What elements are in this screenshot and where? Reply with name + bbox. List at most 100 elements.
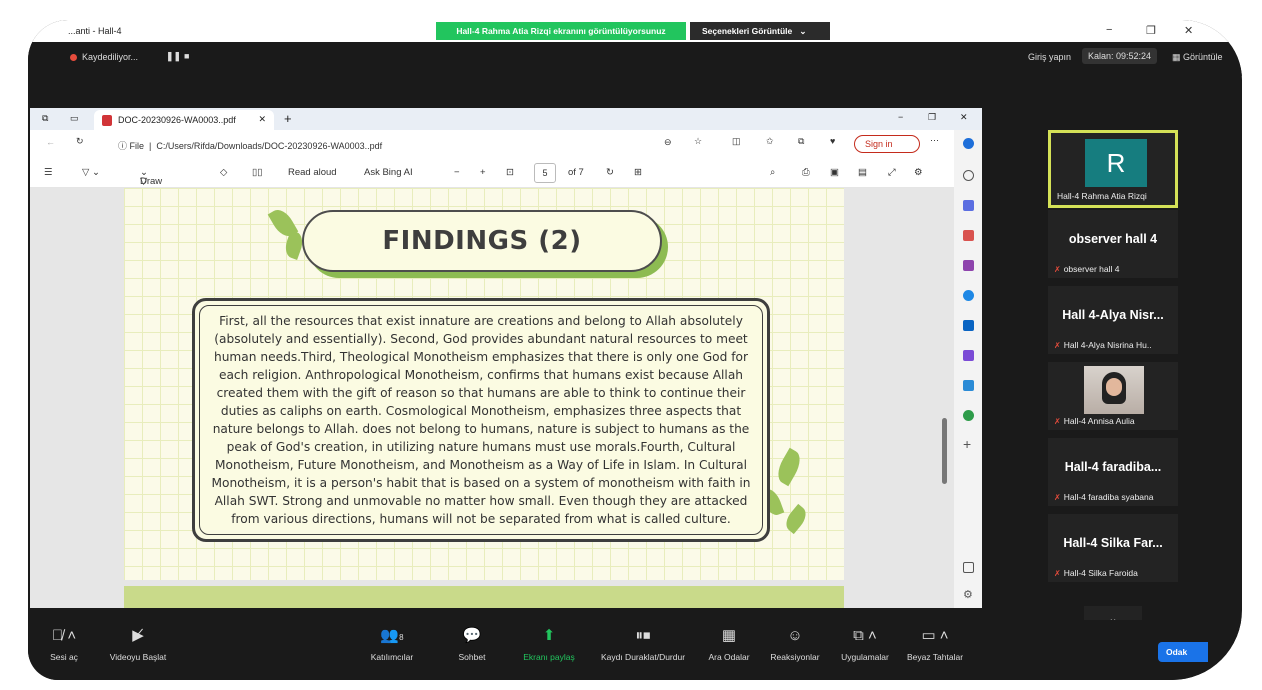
contents-icon[interactable]: ☰	[44, 167, 53, 178]
remaining-time: Kalan: 09:52:24	[1082, 48, 1158, 64]
findings-title: FINDINGS (2)	[382, 226, 582, 256]
zoom-out-icon[interactable]: −	[454, 167, 460, 178]
close-tab-icon[interactable]: ✕	[258, 114, 266, 125]
restore-icon[interactable]: ❐	[1146, 24, 1156, 37]
start-video-button[interactable]: ▶̸ Videoyu Başlat	[98, 626, 178, 662]
participant-tile[interactable]: R Hall-4 Rahma Atia Rizqi	[1048, 130, 1178, 208]
url-field[interactable]: ⓘ File | C:/Users/Rifda/Downloads/DOC-20…	[108, 135, 688, 153]
bing-icon[interactable]	[963, 138, 974, 149]
findings-title-box: FINDINGS (2)	[302, 210, 662, 272]
pdf-search-icon[interactable]: ⌕	[770, 167, 775, 178]
extension-icon[interactable]: ♥	[830, 136, 835, 146]
participant-name: Hall-4 Rahma Atia Rizqi	[1057, 191, 1147, 201]
search-icon[interactable]	[963, 170, 974, 181]
share-screen-icon: ⬆	[542, 627, 556, 644]
highlight-icon[interactable]: ▽ ⌄	[82, 167, 100, 178]
focus-mode-button[interactable]: Odak	[1158, 642, 1208, 662]
settings-icon[interactable]: ⚙	[914, 167, 923, 178]
apps-button[interactable]: ⧉ ˄ Uygulamalar	[834, 626, 896, 662]
start-video-label: Videoyu Başlat	[109, 652, 167, 662]
participant-name: Hall-4 Silka Faroida	[1063, 568, 1138, 578]
two-page-icon[interactable]: ⊞	[634, 167, 642, 178]
page-number-input[interactable]: 5	[534, 163, 556, 183]
rotate-icon[interactable]: ↻	[606, 167, 614, 178]
recording-label: Kaydediliyor...	[82, 52, 139, 62]
unmute-button[interactable]: 🎙̸ ˄ Sesi aç	[44, 626, 84, 662]
favorite-star-icon[interactable]: ☆	[694, 136, 702, 147]
fullscreen-icon[interactable]: ⤢	[888, 167, 896, 178]
page-view-icon[interactable]: ▯▯	[252, 167, 262, 178]
tag-icon[interactable]	[963, 200, 974, 211]
participant-tile[interactable]: ✗ Hall-4 Annisa Aulia	[1048, 362, 1178, 430]
outlook-icon[interactable]	[963, 320, 974, 331]
pdf-viewer[interactable]: FINDINGS (2) First, all the resources th…	[30, 188, 954, 608]
stop-recording-icon[interactable]: ■	[184, 51, 189, 61]
games-icon[interactable]	[963, 260, 974, 271]
save-icon[interactable]: ▣	[830, 167, 839, 178]
browser-close-icon[interactable]: ✕	[960, 112, 968, 123]
collections-icon[interactable]: ⧉	[798, 136, 804, 147]
next-page-preview	[124, 586, 844, 608]
new-tab-icon[interactable]: +	[284, 111, 292, 126]
sidebar-toggle-icon[interactable]	[963, 562, 974, 573]
participant-tile[interactable]: Hall-4 Silka Far... ✗ Hall-4 Silka Faroid…	[1048, 514, 1178, 582]
pause-stop-recording-button[interactable]: ⏸⏹ Kaydı Duraklat/Durdur	[592, 626, 694, 662]
whiteboards-button[interactable]: ▭ ˄ Beyaz Tahtalar	[902, 626, 968, 662]
browser-sign-in-button[interactable]: Sign in	[854, 135, 920, 153]
designer-icon[interactable]	[963, 350, 974, 361]
tab-pdf[interactable]: DOC-20230926-WA0003..pdf ✕	[94, 110, 274, 130]
pdf-scrollbar[interactable]	[942, 418, 947, 484]
add-icon[interactable]: +	[963, 436, 974, 452]
drop-icon[interactable]	[963, 380, 974, 391]
pause-recording-icon[interactable]: ❚❚	[166, 51, 181, 62]
participant-tile[interactable]: observer hall 4 ✗ observer hall 4	[1048, 210, 1178, 278]
view-options-button[interactable]: Seçenekleri Görüntüle ⌄	[690, 22, 830, 40]
tab-actions-icon[interactable]: ▭	[70, 113, 79, 124]
chat-button[interactable]: 💬 Sohbet	[452, 626, 492, 662]
print-icon[interactable]: ⎙	[802, 167, 810, 178]
more-icon[interactable]: ⋯	[930, 135, 939, 146]
draw-button[interactable]: ▽ Draw ⌄	[140, 167, 162, 187]
view-button[interactable]: ▦ Görüntüle	[1172, 52, 1223, 63]
zoom-icon[interactable]: ⊖	[664, 137, 672, 148]
save-as-icon[interactable]: ▤	[858, 167, 867, 178]
share-screen-button[interactable]: ⬆ Ekranı paylaş	[514, 626, 584, 662]
muted-mic-icon: 🎙̸ ˄	[51, 627, 77, 644]
record-label: Kaydı Duraklat/Durdur	[600, 652, 686, 662]
toolbox-icon[interactable]	[963, 230, 974, 241]
reactions-button[interactable]: ☺ Reaksiyonlar	[766, 626, 824, 662]
sign-in-link[interactable]: Giriş yapın	[1028, 52, 1071, 62]
participant-tile[interactable]: Hall-4 faradiba... ✗ Hall-4 faradiba syab…	[1048, 438, 1178, 506]
apps-icon: ⧉ ˄	[853, 627, 877, 644]
window-title: ...anti - Hall-4	[68, 26, 122, 36]
split-screen-icon[interactable]: ◫	[732, 136, 741, 147]
zoom-in-icon[interactable]: +	[480, 167, 486, 178]
erase-icon[interactable]: ◇	[220, 167, 227, 178]
participants-button[interactable]: 👥8 Katılımcılar	[362, 626, 422, 662]
video-face	[1106, 378, 1122, 396]
tree-icon[interactable]	[963, 410, 974, 421]
pdf-toolbar: ☰ ▽ ⌄ ▽ Draw ⌄ ◇ ▯▯ Read aloud Ask Bing …	[30, 158, 982, 188]
avatar: R	[1085, 139, 1147, 187]
read-aloud-button[interactable]: Read aloud	[288, 167, 337, 178]
minimize-icon[interactable]: −	[1106, 24, 1112, 36]
fit-page-icon[interactable]: ⊡	[506, 167, 514, 178]
ask-bing-button[interactable]: Ask Bing AI	[364, 167, 413, 178]
microsoft365-icon[interactable]	[963, 290, 974, 301]
title-bar: ...anti - Hall-4 Hall-4 Rahma Atia Rizqi…	[28, 20, 1242, 42]
back-icon[interactable]: ←	[46, 137, 55, 147]
breakout-rooms-button[interactable]: ▦ Ara Odalar	[704, 626, 754, 662]
grid-icon: ▦	[1172, 52, 1184, 62]
participant-tile[interactable]: Hall 4-Alya Nisr... ✗ Hall 4-Alya Nisrina…	[1048, 286, 1178, 354]
refresh-icon[interactable]: ↻	[76, 136, 84, 147]
browser-restore-icon[interactable]: ❐	[928, 112, 936, 123]
muted-mic-icon: ✗	[1054, 341, 1061, 350]
favorites-icon[interactable]: ✩	[766, 136, 774, 147]
close-icon[interactable]: ✕	[1184, 24, 1193, 37]
muted-mic-icon: ✗	[1054, 417, 1061, 426]
browser-minimize-icon[interactable]: −	[898, 112, 903, 122]
sidebar-settings-icon[interactable]: ⚙	[963, 588, 974, 601]
apps-label: Uygulamalar	[841, 652, 889, 662]
share-banner: Hall-4 Rahma Atia Rizqi ekranını görüntü…	[436, 22, 686, 40]
workspaces-icon[interactable]: ⧉	[42, 113, 48, 124]
